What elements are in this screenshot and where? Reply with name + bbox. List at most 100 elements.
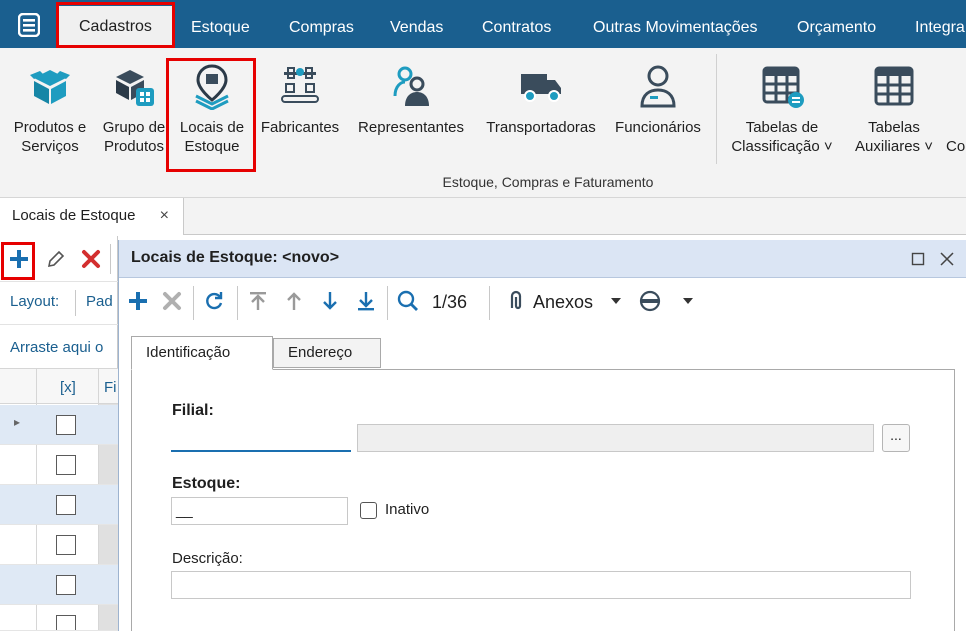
ribbon-locais-estoque[interactable]: Locais de Estoque [174, 48, 250, 178]
add-icon[interactable] [125, 288, 151, 314]
table-row[interactable] [0, 605, 118, 631]
ribbon-label: Classificação ˅ [731, 138, 833, 155]
tab-identificacao[interactable]: Identificação [131, 336, 273, 370]
group-drag-hint: Arraste aqui o [10, 339, 104, 356]
edit-pencil-icon[interactable] [46, 249, 66, 269]
layout-label: Layout: [10, 293, 60, 310]
last-record-icon[interactable] [353, 288, 379, 314]
table-row[interactable] [0, 445, 118, 485]
employee-icon [640, 65, 676, 108]
row-checkbox[interactable] [56, 535, 76, 555]
table-row[interactable] [0, 565, 118, 605]
ribbon-fabricantes[interactable]: Fabricantes [256, 48, 344, 178]
add-icon[interactable] [8, 248, 30, 270]
menu-outras-movimentacoes[interactable]: Outras Movimentações [593, 0, 758, 48]
ribbon-label: Serviços [21, 138, 79, 155]
more-options-icon[interactable] [637, 288, 663, 314]
table-row[interactable] [0, 485, 118, 525]
close-icon[interactable]: × [160, 198, 169, 234]
table-classification-icon [762, 66, 804, 108]
toolbar-separator [387, 286, 388, 320]
ribbon-label: Co [946, 138, 966, 155]
menu-vendas[interactable]: Vendas [390, 0, 443, 48]
tab-label: Locais de Estoque [12, 207, 136, 224]
delete-icon[interactable] [80, 248, 102, 270]
filial-input[interactable] [171, 424, 351, 452]
current-row-marker: ▸ [14, 415, 21, 429]
chevron-down-icon[interactable] [682, 297, 694, 305]
ribbon-group-label: Estoque, Compras e Faturamento [442, 174, 654, 190]
ribbon-label: Locais de [179, 119, 245, 136]
delete-icon[interactable] [159, 288, 185, 314]
list-toolbar [0, 236, 118, 282]
layout-value[interactable]: Pad [86, 293, 113, 310]
list-panel: Layout: Pad Arraste aqui o [x] Fi ▸ [0, 236, 118, 631]
grid-header-filial[interactable]: Fi [104, 379, 117, 396]
ribbon-label: Produtos e [13, 119, 87, 136]
row-checkbox[interactable] [56, 495, 76, 515]
dialog-toolbar: 1/36 Anexos [119, 278, 966, 324]
refresh-icon[interactable] [201, 288, 227, 314]
box-icon [30, 70, 70, 104]
ribbon-tabelas-classificacao[interactable]: Tabelas de Classificação ˅ [724, 48, 840, 178]
first-record-icon[interactable] [245, 288, 271, 314]
toolbar-separator [193, 286, 194, 320]
app-menu-icon[interactable] [18, 13, 40, 37]
menu-contratos[interactable]: Contratos [482, 0, 551, 48]
chevron-down-icon[interactable] [610, 297, 622, 305]
toolbar-separator [110, 244, 111, 274]
descricao-input[interactable] [171, 571, 911, 599]
tab-locais-estoque[interactable]: Locais de Estoque × [0, 198, 184, 235]
menu-integra[interactable]: Integra [915, 0, 965, 48]
identificacao-panel: Filial: ... Estoque: __ Inativo Descriçã… [131, 369, 955, 631]
row-checkbox[interactable] [56, 575, 76, 595]
ribbon-label: Representantes [358, 119, 464, 136]
grid-header: [x] Fi [0, 368, 118, 404]
paperclip-icon[interactable] [503, 288, 529, 314]
ribbon-label: Produtos [103, 138, 165, 155]
filial-label: Filial: [172, 402, 214, 419]
previous-record-icon[interactable] [281, 288, 307, 314]
main-menu-bar: Cadastros Estoque Compras Vendas Contrat… [0, 0, 966, 48]
divider [0, 324, 118, 325]
inativo-checkbox[interactable] [360, 502, 377, 519]
ribbon-label: Funcionários [615, 119, 701, 136]
filial-lookup-button[interactable]: ... [882, 424, 910, 452]
truck-icon [521, 74, 561, 102]
menu-compras[interactable]: Compras [289, 0, 354, 48]
ribbon-funcionarios[interactable]: Funcionários [610, 48, 706, 178]
search-icon[interactable] [395, 288, 421, 314]
dialog-title-bar: Locais de Estoque: <novo> [119, 240, 966, 278]
descricao-label: Descrição: [172, 550, 243, 567]
ribbon-representantes[interactable]: Representantes [352, 48, 470, 178]
row-checkbox[interactable] [56, 615, 76, 630]
ribbon-label: Grupo de [102, 119, 166, 136]
ribbon-tabelas-auxiliares[interactable]: Tabelas Auxiliares ˅ [846, 48, 942, 178]
menu-cadastros[interactable]: Cadastros [59, 6, 172, 48]
tab-endereco[interactable]: Endereço [273, 338, 381, 368]
layout-separator [75, 290, 76, 316]
ribbon-grupo-produtos[interactable]: Grupo de Produtos [98, 48, 170, 178]
menu-estoque[interactable]: Estoque [191, 0, 250, 48]
ribbon-label: Fabricantes [260, 119, 340, 136]
row-checkbox[interactable] [56, 455, 76, 475]
next-record-icon[interactable] [317, 288, 343, 314]
ribbon-truncated-button[interactable]: Co [946, 48, 966, 178]
estoque-input[interactable]: __ [171, 497, 348, 525]
table-row[interactable]: ▸ [0, 405, 118, 445]
maximize-icon[interactable] [911, 252, 925, 266]
ribbon-produtos-servicos[interactable]: Produtos e Serviços [6, 48, 94, 178]
ribbon: Produtos e Serviços Grupo de Produtos Lo… [0, 48, 966, 198]
grid-header-select[interactable]: [x] [60, 379, 76, 396]
menu-orcamento[interactable]: Orçamento [797, 0, 876, 48]
attachments-button[interactable]: Anexos [533, 292, 593, 313]
factory-icon [281, 67, 319, 103]
ribbon-transportadoras[interactable]: Transportadoras [480, 48, 602, 178]
row-checkbox[interactable] [56, 415, 76, 435]
table-row[interactable] [0, 525, 118, 565]
toolbar-separator [489, 286, 490, 320]
close-icon[interactable] [939, 251, 955, 267]
record-position: 1/36 [432, 292, 468, 312]
ribbon-separator [716, 54, 717, 164]
filial-description-field [357, 424, 874, 452]
